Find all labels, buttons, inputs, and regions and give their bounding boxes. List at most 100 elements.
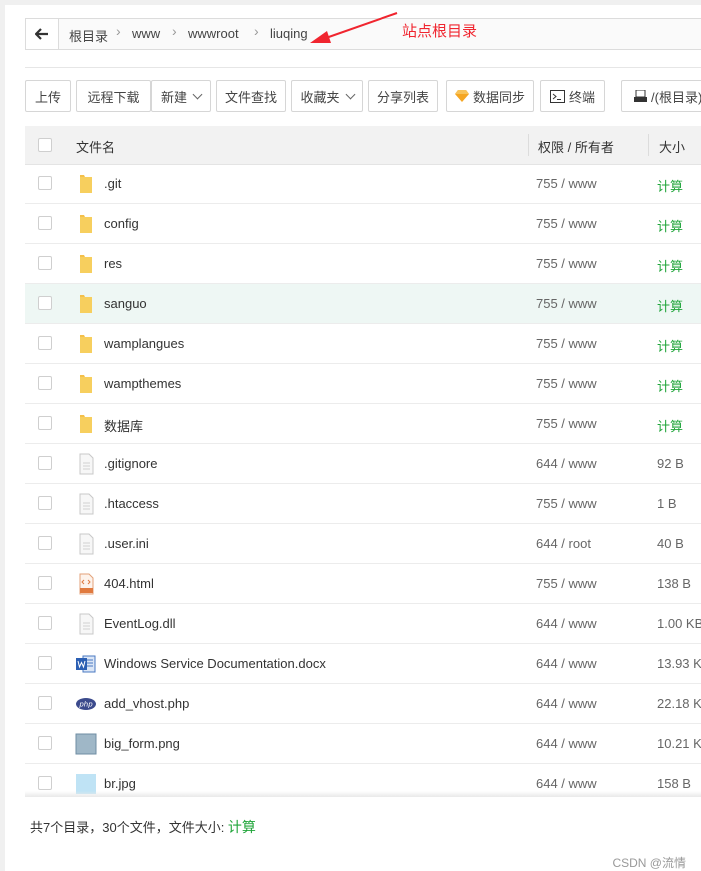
file-permission[interactable]: 755 / www [536, 416, 597, 431]
row-checkbox[interactable] [38, 656, 52, 670]
table-row[interactable]: res 755 / www 计算 [25, 244, 701, 284]
file-permission[interactable]: 644 / root [536, 536, 591, 551]
row-checkbox[interactable] [38, 296, 52, 310]
row-checkbox[interactable] [38, 376, 52, 390]
file-permission[interactable]: 755 / www [536, 216, 597, 231]
favorites-dropdown-button[interactable]: 收藏夹 [291, 80, 363, 112]
breadcrumb-www[interactable]: www [132, 26, 160, 41]
file-permission[interactable]: 755 / www [536, 576, 597, 591]
file-permission[interactable]: 644 / www [536, 696, 597, 711]
remote-download-button[interactable]: 远程下载 [76, 80, 151, 112]
row-checkbox[interactable] [38, 496, 52, 510]
file-permission[interactable]: 755 / www [536, 376, 597, 391]
file-permission[interactable]: 644 / www [536, 736, 597, 751]
row-checkbox[interactable] [38, 576, 52, 590]
footer-calc-link[interactable]: 计算 [228, 819, 256, 835]
table-row[interactable]: sanguo 755 / www 计算 [25, 284, 701, 324]
file-size: 1 B [657, 496, 677, 511]
table-row[interactable]: .gitignore 644 / www 92 B [25, 444, 701, 484]
row-checkbox[interactable] [38, 336, 52, 350]
row-checkbox[interactable] [38, 776, 52, 790]
file-search-button[interactable]: 文件查找 [216, 80, 286, 112]
table-row[interactable]: br.jpg 644 / www 158 B [25, 764, 701, 794]
row-checkbox[interactable] [38, 216, 52, 230]
file-name[interactable]: wamplangues [104, 336, 184, 351]
file-size[interactable]: 计算 [657, 416, 683, 435]
table-row[interactable]: wamplangues 755 / www 计算 [25, 324, 701, 364]
column-header-size[interactable]: 大小 [659, 137, 685, 156]
table-row[interactable]: .git 755 / www 计算 [25, 164, 701, 204]
file-name[interactable]: br.jpg [104, 776, 136, 791]
file-icon [75, 453, 97, 475]
file-name[interactable]: EventLog.dll [104, 616, 176, 631]
file-permission[interactable]: 644 / www [536, 616, 597, 631]
file-size[interactable]: 计算 [657, 176, 683, 195]
file-manager-panel: 根目录 › www › wwwroot › liuqing 站点根目录 上传 远… [5, 5, 701, 871]
divider [25, 67, 701, 68]
table-row[interactable]: EventLog.dll 644 / www 1.00 KB [25, 604, 701, 644]
file-size[interactable]: 计算 [657, 256, 683, 275]
column-divider [648, 134, 649, 156]
row-checkbox[interactable] [38, 256, 52, 270]
file-permission[interactable]: 644 / www [536, 456, 597, 471]
row-checkbox[interactable] [38, 176, 52, 190]
file-name[interactable]: config [104, 216, 139, 231]
terminal-button[interactable]: 终端 [540, 80, 605, 112]
table-row[interactable]: 数据库 755 / www 计算 [25, 404, 701, 444]
file-permission[interactable]: 755 / www [536, 256, 597, 271]
file-permission[interactable]: 644 / www [536, 776, 597, 791]
data-sync-button[interactable]: 数据同步 [446, 80, 534, 112]
table-row[interactable]: Windows Service Documentation.docx 644 / … [25, 644, 701, 684]
table-row[interactable]: 404.html 755 / www 138 B [25, 564, 701, 604]
table-row[interactable]: config 755 / www 计算 [25, 204, 701, 244]
column-header-permission[interactable]: 权限 / 所有者 [538, 137, 614, 156]
file-name[interactable]: .htaccess [104, 496, 159, 511]
table-row[interactable]: php add_vhost.php 644 / www 22.18 KB [25, 684, 701, 724]
file-name[interactable]: wampthemes [104, 376, 181, 391]
file-permission[interactable]: 644 / www [536, 656, 597, 671]
column-header-name[interactable]: 文件名 [76, 137, 115, 156]
table-row[interactable]: wampthemes 755 / www 计算 [25, 364, 701, 404]
select-all-checkbox[interactable] [38, 138, 52, 152]
row-checkbox[interactable] [38, 696, 52, 710]
file-name[interactable]: Windows Service Documentation.docx [104, 656, 326, 671]
share-list-button[interactable]: 分享列表 [368, 80, 438, 112]
file-size[interactable]: 计算 [657, 376, 683, 395]
back-button[interactable] [26, 19, 59, 49]
table-row[interactable]: .user.ini 644 / root 40 B [25, 524, 701, 564]
row-checkbox[interactable] [38, 456, 52, 470]
file-permission[interactable]: 755 / www [536, 336, 597, 351]
new-label: 新建 [160, 89, 187, 105]
table-row[interactable]: big_form.png 644 / www 10.21 KB [25, 724, 701, 764]
file-name[interactable]: 404.html [104, 576, 154, 591]
row-checkbox[interactable] [38, 616, 52, 630]
breadcrumb-wwwroot[interactable]: wwwroot [188, 26, 239, 41]
data-sync-label: 数据同步 [472, 89, 525, 105]
breadcrumb-root[interactable]: 根目录 [69, 26, 108, 45]
row-checkbox[interactable] [38, 536, 52, 550]
file-name[interactable]: 数据库 [104, 416, 143, 435]
table-header: 文件名 权限 / 所有者 大小 [25, 126, 701, 165]
file-permission[interactable]: 755 / www [536, 296, 597, 311]
file-size: 13.93 KB [657, 656, 701, 671]
root-dir-button[interactable]: /(根目录) [621, 80, 701, 112]
file-name[interactable]: res [104, 256, 122, 271]
upload-button[interactable]: 上传 [25, 80, 71, 112]
file-name[interactable]: .gitignore [104, 456, 157, 471]
breadcrumb-liuqing[interactable]: liuqing [270, 26, 308, 41]
file-name[interactable]: add_vhost.php [104, 696, 189, 711]
file-size[interactable]: 计算 [657, 336, 683, 355]
chevron-right-icon: › [172, 23, 177, 39]
file-name[interactable]: big_form.png [104, 736, 180, 751]
row-checkbox[interactable] [38, 736, 52, 750]
table-row[interactable]: .htaccess 755 / www 1 B [25, 484, 701, 524]
row-checkbox[interactable] [38, 416, 52, 430]
new-dropdown-button[interactable]: 新建 [151, 80, 211, 112]
file-name[interactable]: sanguo [104, 296, 147, 311]
file-name[interactable]: .git [104, 176, 121, 191]
file-size[interactable]: 计算 [657, 296, 683, 315]
file-size[interactable]: 计算 [657, 216, 683, 235]
file-permission[interactable]: 755 / www [536, 496, 597, 511]
file-name[interactable]: .user.ini [104, 536, 149, 551]
file-permission[interactable]: 755 / www [536, 176, 597, 191]
